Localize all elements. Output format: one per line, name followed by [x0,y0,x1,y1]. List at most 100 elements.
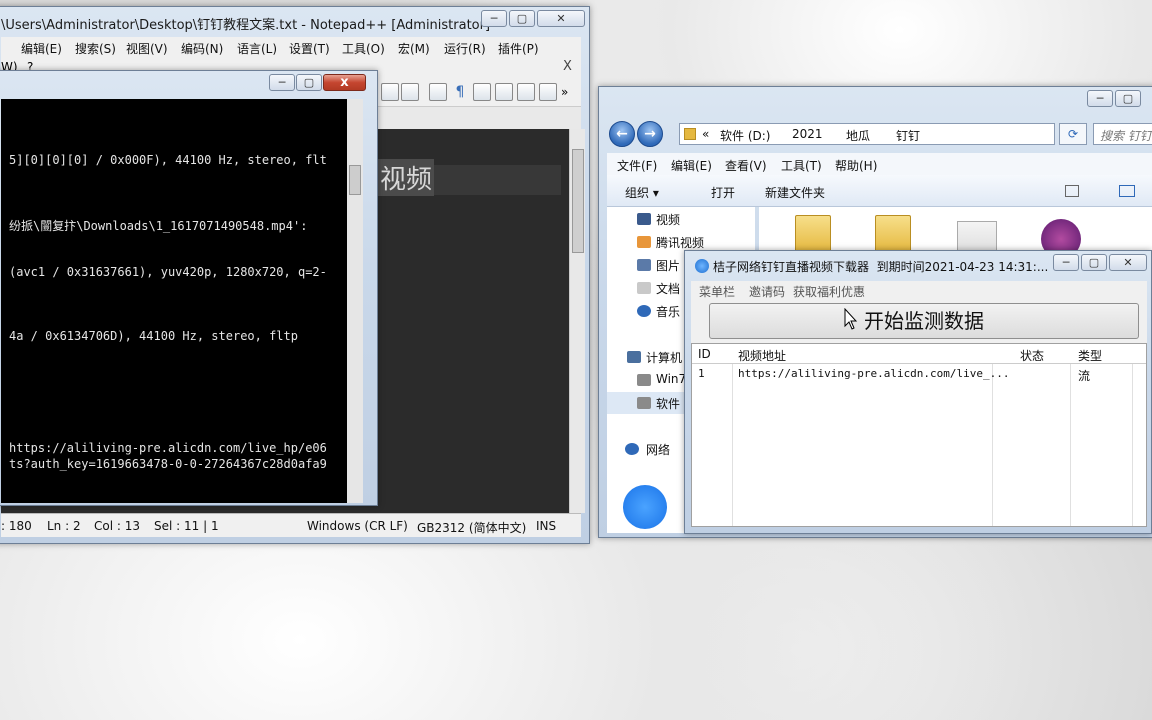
address-2021[interactable]: 2021 [792,127,823,141]
tree-item-computer[interactable]: 计算机 [646,349,682,366]
status-length: : 180 [1,519,32,533]
menu-edit[interactable]: 编辑(E) [21,40,62,57]
tree-item-pictures[interactable]: 图片 [656,257,680,274]
video-icon [637,213,651,225]
refresh-icon[interactable]: ⟳ [1059,123,1087,145]
document-icon [637,282,651,294]
console-scroll-thumb[interactable] [349,165,361,195]
preview-pane-icon[interactable] [1119,185,1135,197]
folder-icon[interactable] [795,215,831,253]
open-icon[interactable] [381,83,399,101]
network-icon [625,443,639,455]
header-id[interactable]: ID [698,347,711,361]
tree-item-software[interactable]: 软件 [656,395,680,412]
maximize-button[interactable]: ▢ [509,10,535,27]
pilcrow-icon[interactable]: ¶ [451,83,469,101]
folder-icon[interactable] [875,215,911,253]
folder-view-icon[interactable] [495,83,513,101]
close-doc-icon[interactable]: X [563,59,572,74]
menu-view[interactable]: 视图(V) [126,40,168,57]
command-bar: 组织 ▾ 打开 新建文件夹 [607,175,1152,207]
console-scrollbar[interactable] [347,99,363,503]
save-icon[interactable] [401,83,419,101]
start-monitor-button[interactable]: 开始监测数据 [709,303,1139,339]
menu-search[interactable]: 搜索(S) [75,40,116,57]
menu-run[interactable]: 运行(R) [444,40,486,57]
macro-icon[interactable] [517,83,535,101]
organize-button[interactable]: 组织 ▾ [625,184,659,201]
console-minimize-button[interactable]: ─ [269,74,295,91]
menu-tools[interactable]: 工具(O) [342,40,385,57]
minimize-button[interactable]: ─ [481,10,507,27]
cell-id: 1 [698,367,705,380]
forward-arrow-icon[interactable]: → [637,121,663,147]
explorer-menu-tools[interactable]: 工具(T) [781,157,822,174]
explorer-menu-edit[interactable]: 编辑(E) [671,157,712,174]
indent-guide-icon[interactable] [473,83,491,101]
new-folder-button[interactable]: 新建文件夹 [765,184,825,201]
tree-item-win7[interactable]: Win7 [656,372,686,386]
video-table[interactable]: ID 视频地址 状态 类型 1 https://aliliving-pre.al… [691,343,1147,527]
drive-c-icon [637,374,651,386]
wrap-icon[interactable] [429,83,447,101]
console-maximize-button[interactable]: ▢ [296,74,322,91]
more-icon[interactable]: » [561,83,579,101]
menu-macro[interactable]: 宏(M) [398,40,430,57]
folder-icon [684,128,696,140]
downloader-menu-bar: 菜单栏 邀请码 获取福利优惠 [691,281,1147,299]
menu-plugins[interactable]: 插件(P) [498,40,539,57]
downloader-body: 开始监测数据 ID 视频地址 状态 类型 1 https://aliliving… [691,299,1147,527]
menu-language[interactable]: 语言(L) [237,40,277,57]
menu-invite-code[interactable]: 邀请码 [749,283,785,300]
table-row[interactable]: 1 https://aliliving-pre.alicdn.com/live_… [692,364,1146,384]
address-overflow[interactable]: « [702,127,709,141]
explorer-menu-file[interactable]: 文件(F) [617,157,657,174]
address-dingding[interactable]: 钉钉 [896,127,920,144]
tree-item-network[interactable]: 网络 [646,441,670,458]
status-line: Ln : 2 [47,519,81,533]
downloader-window[interactable]: 桔子网络钉钉直播视频下载器 到期时间2021-04-23 14:31:... ─… [684,250,1152,534]
expiry-text: 到期时间2021-04-23 14:31:... [876,260,1049,274]
menu-menubar[interactable]: 菜单栏 [699,283,735,300]
tree-item-documents[interactable]: 文档 [656,280,680,297]
explorer-minimize-button[interactable]: ─ [1087,90,1113,107]
close-button[interactable]: ✕ [537,10,585,27]
back-arrow-icon[interactable]: ← [609,121,635,147]
tree-item-tencent-video[interactable]: 腾讯视频 [656,234,704,251]
status-col: Col : 13 [94,519,140,533]
dingtalk-icon[interactable] [623,485,667,529]
explorer-menu-view[interactable]: 查看(V) [725,157,767,174]
downloader-minimize-button[interactable]: ─ [1053,254,1079,271]
menu-benefits[interactable]: 获取福利优惠 [793,283,865,300]
menu-bar: 编辑(E) 搜索(S) 视图(V) 编码(N) 语言(L) 设置(T) 工具(O… [1,37,581,57]
address-drive[interactable]: 软件 (D:) [720,127,770,144]
address-bar[interactable]: « 软件 (D:) 2021 地瓜 钉钉 [679,123,1055,145]
console-line: 5][0][0][0] / 0x000F), 44100 Hz, stereo,… [9,153,327,167]
header-url[interactable]: 视频地址 [738,347,786,364]
console-window[interactable]: ─ ▢ x 5][0][0][0] / 0x000F), 44100 Hz, s… [0,70,378,506]
status-sel: Sel : 11 | 1 [154,519,219,533]
map-icon[interactable] [539,83,557,101]
console-close-button[interactable]: x [323,74,366,91]
header-type[interactable]: 类型 [1078,347,1102,364]
downloader-maximize-button[interactable]: ▢ [1081,254,1107,271]
scroll-thumb[interactable] [572,149,584,253]
menu-encoding[interactable]: 编码(N) [181,40,223,57]
address-digua[interactable]: 地瓜 [846,127,870,144]
explorer-maximize-button[interactable]: ▢ [1115,90,1141,107]
tree-item-video[interactable]: 视频 [656,211,680,228]
header-status[interactable]: 状态 [1020,347,1044,364]
downloader-title: 桔子网络钉钉直播视频下载器 到期时间2021-04-23 14:31:... [713,260,1049,274]
menu-settings[interactable]: 设置(T) [289,40,330,57]
console-line: https://aliliving-pre.alicdn.com/live_hp… [9,441,327,455]
search-input[interactable]: 搜索 钉钉 [1093,123,1152,145]
picture-icon [637,259,651,271]
tree-item-music[interactable]: 音乐 [656,303,680,320]
open-button[interactable]: 打开 [711,184,735,201]
editor-scrollbar[interactable] [569,129,585,513]
console-output[interactable]: 5][0][0][0] / 0x000F), 44100 Hz, stereo,… [1,99,347,503]
console-line: (avc1 / 0x31637661), yuv420p, 1280x720, … [9,265,327,279]
explorer-menu-help[interactable]: 帮助(H) [835,157,877,174]
view-options-icon[interactable] [1065,185,1079,197]
downloader-close-button[interactable]: ✕ [1109,254,1147,271]
